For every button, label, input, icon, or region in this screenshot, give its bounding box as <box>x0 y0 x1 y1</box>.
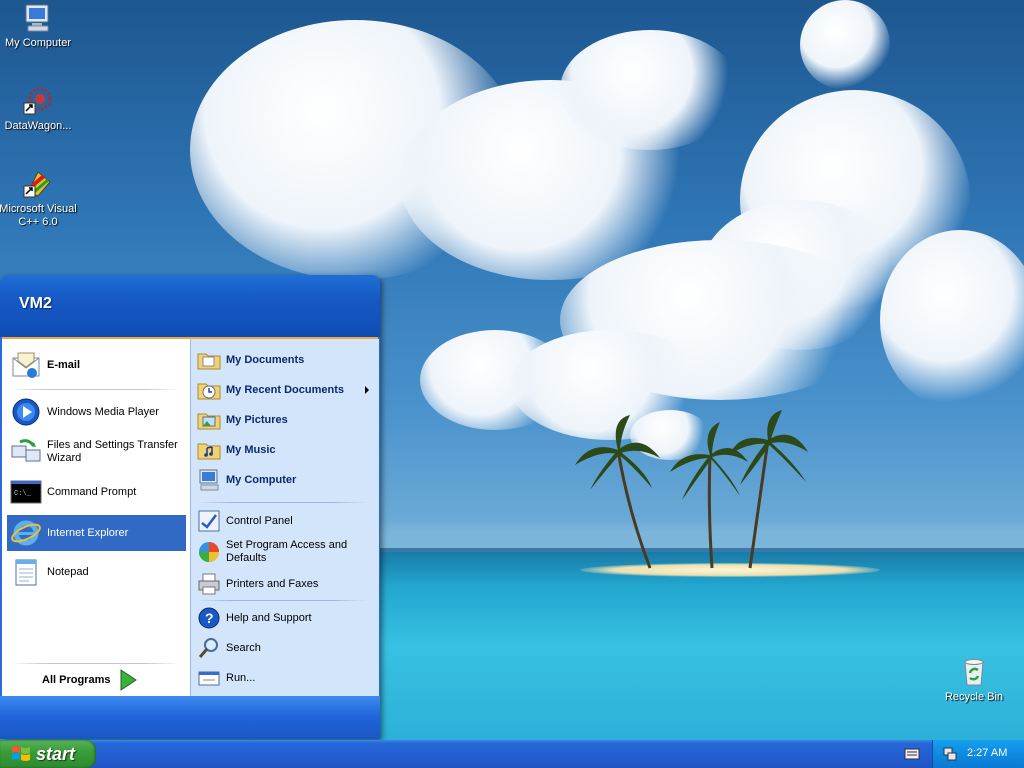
folder-music-icon <box>197 443 221 460</box>
menu-item-label: Notepad <box>47 565 89 578</box>
menu-item-label: Files and Settings Transfer Wizard <box>47 439 178 464</box>
user-name: VM2 <box>19 295 52 312</box>
menu-item-my-music[interactable]: My Music <box>197 435 373 465</box>
menu-item-command-prompt[interactable]: C:\_ Command Prompt <box>10 475 186 509</box>
menu-item-label: Help and Support <box>226 611 312 624</box>
media-player-icon <box>12 398 40 426</box>
menu-item-internet-explorer[interactable]: Internet Explorer <box>7 515 186 551</box>
menu-item-files-settings-transfer[interactable]: Files and Settings Transfer Wizard <box>10 435 186 469</box>
menu-item-run[interactable]: Run... <box>197 663 373 693</box>
menu-item-printers-faxes[interactable]: Printers and Faxes <box>197 569 373 599</box>
svg-text:C:\_: C:\_ <box>14 490 32 498</box>
start-menu-footer <box>0 696 380 739</box>
palm-trees <box>575 410 808 569</box>
printer-icon <box>198 573 220 595</box>
menu-item-label: My Computer <box>226 473 297 486</box>
menu-item-label: Control Panel <box>226 514 293 527</box>
start-button[interactable]: start <box>0 740 96 768</box>
menu-item-my-documents[interactable]: My Documents <box>197 345 373 375</box>
cloud <box>560 30 740 150</box>
email-icon <box>12 352 40 378</box>
menu-item-windows-media-player[interactable]: Windows Media Player <box>10 395 186 429</box>
menu-item-label: E-mail <box>47 358 81 371</box>
cloud <box>800 0 890 90</box>
help-icon: ? <box>198 607 220 629</box>
desktop-icon-label: My Computer <box>4 37 72 49</box>
command-prompt-icon: C:\_ <box>10 480 42 504</box>
all-programs-label: All Programs <box>42 673 111 686</box>
desktop-icon-label: Recycle Bin <box>944 691 1004 703</box>
folder-pictures-icon <box>197 413 221 430</box>
menu-item-label: Command Prompt <box>47 485 137 498</box>
keyboard-icon[interactable] <box>904 747 920 761</box>
recycle-bin-icon <box>964 659 984 686</box>
green-arrow-icon <box>120 669 138 691</box>
windows-logo-icon <box>12 746 30 761</box>
menu-item-label: Windows Media Player <box>47 405 159 418</box>
menu-item-help-support[interactable]: ? Help and Support <box>197 603 373 633</box>
taskbar: start 2:27 AM <box>0 740 1024 768</box>
internet-explorer-icon <box>11 520 41 546</box>
transfer-wizard-icon <box>11 439 41 462</box>
menu-item-email[interactable]: E-mail <box>10 348 186 382</box>
datawagon-icon <box>23 87 52 115</box>
notepad-icon <box>15 559 37 586</box>
submenu-arrow-icon <box>365 386 369 394</box>
start-menu-right-pane: My Documents My Recent Documents My Pict… <box>190 339 379 696</box>
desktop-icon-visual-cpp[interactable]: Microsoft Visual C++ 6.0 <box>0 168 78 229</box>
menu-item-my-pictures[interactable]: My Pictures <box>197 405 373 435</box>
separator <box>10 389 180 390</box>
desktop-icon-datawagon[interactable]: DataWagon... <box>0 85 78 133</box>
menu-item-label: My Documents <box>226 353 305 366</box>
desktop-icon-label: DataWagon... <box>4 120 72 132</box>
recent-documents-icon <box>197 383 221 400</box>
svg-text:?: ? <box>205 610 214 626</box>
all-programs-button[interactable]: All Programs <box>42 667 162 693</box>
menu-item-notepad[interactable]: Notepad <box>10 555 186 589</box>
start-menu-header: VM2 <box>0 275 380 339</box>
menu-item-label: Internet Explorer <box>47 526 129 539</box>
network-icon[interactable] <box>942 746 958 762</box>
menu-item-label: My Pictures <box>226 413 288 426</box>
program-defaults-icon <box>199 542 219 562</box>
menu-item-my-computer[interactable]: My Computer <box>197 465 373 495</box>
menu-item-label: My Recent Documents <box>226 383 344 396</box>
cloud <box>880 230 1024 410</box>
menu-item-control-panel[interactable]: Control Panel <box>197 507 373 535</box>
menu-item-label: Set Program Access and Defaults <box>226 539 348 564</box>
menu-item-label: Run... <box>226 671 256 684</box>
menu-item-search[interactable]: Search <box>197 633 373 663</box>
start-menu: VM2 E-mail Windows Media Player Files an… <box>0 275 380 739</box>
search-icon <box>198 638 218 658</box>
start-menu-left-pane: E-mail Windows Media Player Files and Se… <box>2 339 190 696</box>
clock[interactable]: 2:27 AM <box>967 747 1007 759</box>
run-icon <box>198 671 220 686</box>
desktop-icon-label: Microsoft Visual C++ 6.0 <box>0 203 77 228</box>
computer-icon <box>25 4 49 32</box>
computer-icon <box>199 469 219 491</box>
control-panel-icon <box>198 510 220 532</box>
separator <box>197 502 367 503</box>
menu-item-label: My Music <box>226 443 276 456</box>
separator <box>10 663 180 664</box>
separator <box>197 600 367 601</box>
desktop-icon-my-computer[interactable]: My Computer <box>0 2 78 50</box>
menu-item-label: Search <box>226 641 261 654</box>
folder-documents-icon <box>197 353 221 370</box>
visual-cpp-icon <box>23 171 51 198</box>
desktop-icon-recycle-bin[interactable]: Recycle Bin <box>934 656 1014 704</box>
system-tray: 2:27 AM <box>932 740 1024 768</box>
menu-item-my-recent-documents[interactable]: My Recent Documents <box>197 375 373 405</box>
menu-item-label: Printers and Faxes <box>226 577 319 590</box>
start-label: start <box>36 743 76 764</box>
menu-item-program-access[interactable]: Set Program Access and Defaults <box>197 535 373 569</box>
